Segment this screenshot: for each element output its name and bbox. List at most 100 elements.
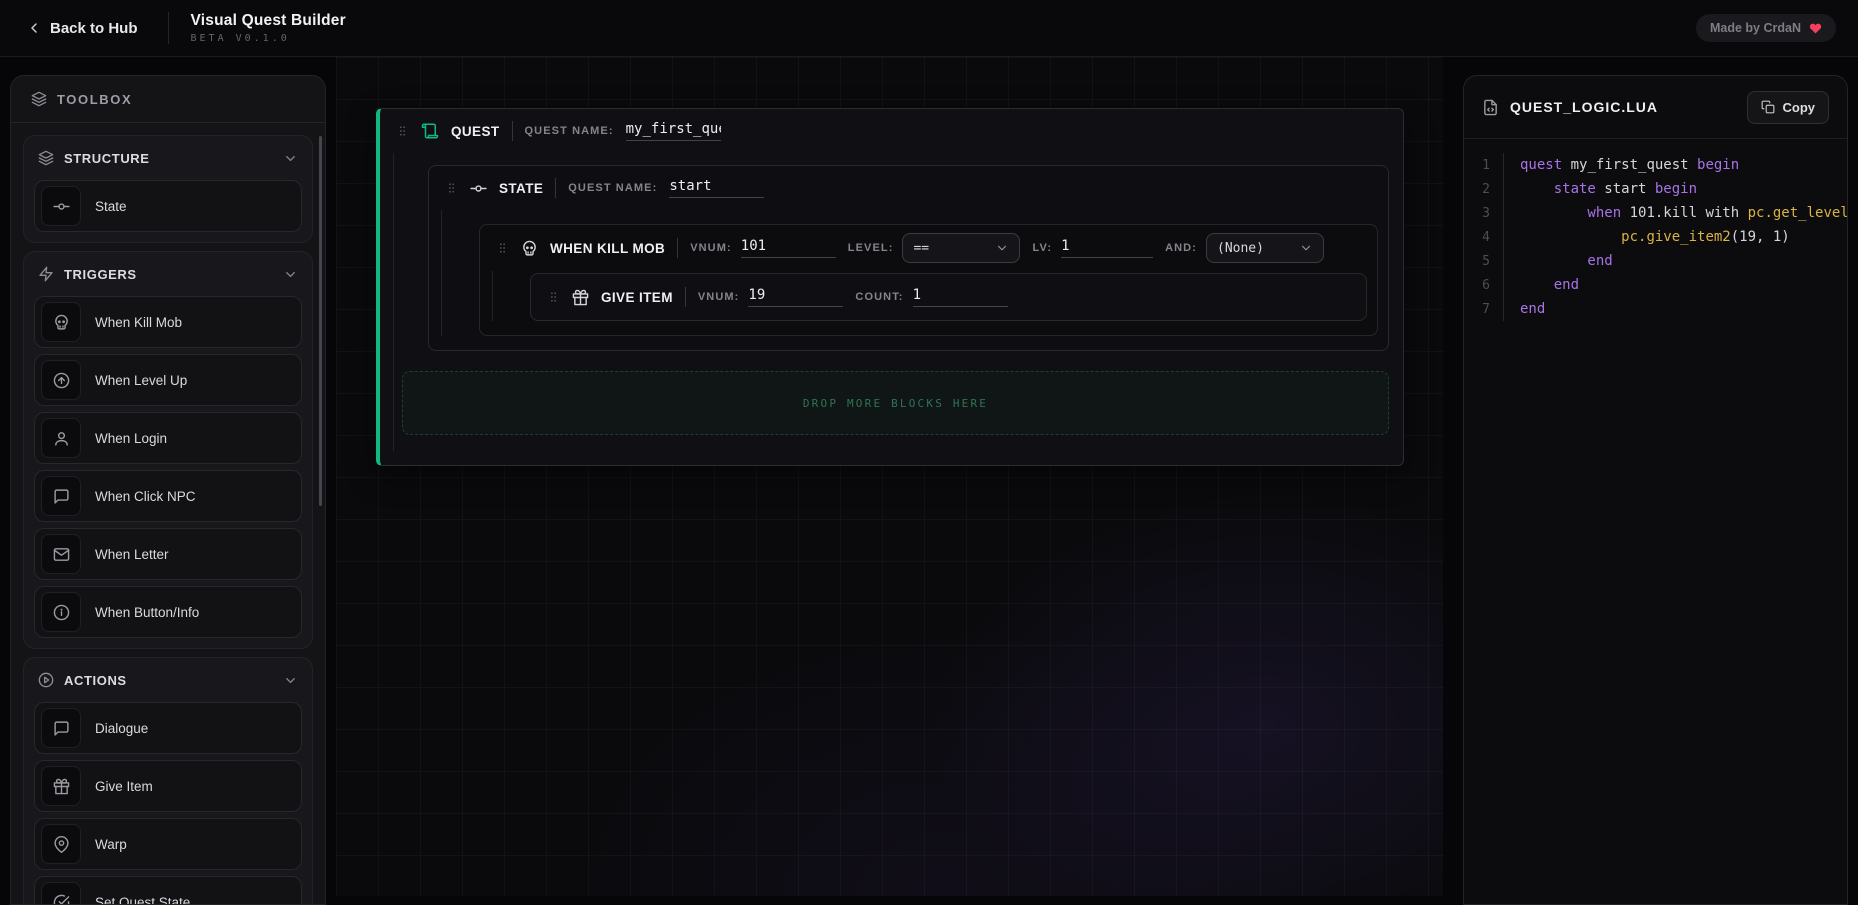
back-label: Back to Hub — [50, 20, 138, 37]
chevron-down-icon — [283, 673, 298, 688]
quest-canvas[interactable]: QUEST QUEST NAME: STATE QUEST NAME: — [336, 57, 1443, 896]
drag-handle-icon[interactable] — [445, 180, 458, 196]
code-panel: QUEST_LOGIC.LUA Copy 1 quest my_first_qu… — [1463, 75, 1848, 905]
toolbox-item-label: When Level Up — [95, 373, 187, 388]
copy-button[interactable]: Copy — [1747, 91, 1830, 124]
toolbox-item-set-quest-state[interactable]: Set Quest State — [34, 876, 302, 905]
map-pin-icon — [41, 824, 81, 864]
toolbox-item-label: Set Quest State — [95, 895, 190, 905]
toolbox-item-when-click-npc[interactable]: When Click NPC — [34, 470, 302, 522]
vnum-label: VNUM: — [690, 242, 732, 254]
indent-guide — [441, 210, 442, 336]
level-value-input[interactable] — [1061, 238, 1153, 258]
scroll-icon — [421, 122, 439, 140]
play-circle-icon — [38, 672, 54, 688]
toolbox-item-label: Warp — [95, 837, 127, 852]
section-actions: ACTIONS Dialogue Give Item Warp — [23, 657, 313, 905]
toolbox-item-label: State — [95, 199, 127, 214]
code-line: 3 when 101.kill with pc.get_level — [1464, 201, 1847, 225]
and-condition-value: (None) — [1217, 241, 1264, 256]
page-title: Visual Quest Builder — [191, 12, 346, 30]
info-icon — [41, 592, 81, 632]
section-actions-header[interactable]: ACTIONS — [24, 658, 312, 702]
quest-block-header: QUEST QUEST NAME: — [380, 109, 1403, 153]
indent-guide — [393, 153, 394, 451]
copy-icon — [1761, 100, 1775, 114]
toolbox-item-state[interactable]: State — [34, 180, 302, 232]
and-condition-select[interactable]: (None) — [1206, 233, 1324, 263]
chevron-down-icon — [283, 151, 298, 166]
line-number: 7 — [1464, 297, 1504, 321]
state-block: STATE QUEST NAME: WHEN KILL MOB — [428, 165, 1389, 351]
section-triggers-header[interactable]: TRIGGERS — [24, 252, 312, 296]
state-name-input[interactable] — [669, 178, 764, 198]
toolbox-item-label: When Letter — [95, 547, 169, 562]
code-line: 5 end — [1464, 249, 1847, 273]
toolbox-item-when-button-info[interactable]: When Button/Info — [34, 586, 302, 638]
when-kill-mob-header: WHEN KILL MOB VNUM: LEVEL: == — [480, 225, 1377, 271]
give-item-title: GIVE ITEM — [601, 290, 673, 305]
toolbox-item-warp[interactable]: Warp — [34, 818, 302, 870]
when-kill-mob-block: WHEN KILL MOB VNUM: LEVEL: == — [479, 224, 1378, 336]
chevron-left-icon — [26, 20, 42, 36]
toolbox-item-label: Give Item — [95, 779, 153, 794]
divider — [555, 178, 556, 198]
drag-handle-icon[interactable] — [547, 289, 560, 305]
drag-handle-icon[interactable] — [396, 123, 409, 139]
header-divider — [168, 12, 169, 44]
layers-icon — [38, 150, 54, 166]
heart-icon — [1809, 22, 1822, 35]
version-label: BETA V0.1.0 — [191, 33, 346, 44]
chevron-down-icon — [283, 267, 298, 282]
item-count-label: COUNT: — [855, 291, 903, 303]
toolbox-title: TOOLBOX — [57, 92, 132, 107]
quest-name-input[interactable] — [626, 121, 721, 141]
item-vnum-label: VNUM: — [698, 291, 740, 303]
and-label: AND: — [1165, 242, 1197, 254]
toolbox-scrollbar[interactable] — [319, 136, 322, 506]
state-block-title: STATE — [499, 181, 543, 196]
item-vnum-input[interactable] — [748, 287, 843, 307]
level-operator-select[interactable]: == — [902, 233, 1020, 263]
quest-name-label: QUEST NAME: — [525, 125, 614, 137]
state-name-label: QUEST NAME: — [568, 182, 657, 194]
item-count-input[interactable] — [913, 287, 1008, 307]
file-code-icon — [1482, 99, 1499, 116]
toolbox-item-when-letter[interactable]: When Letter — [34, 528, 302, 580]
when-kill-mob-title: WHEN KILL MOB — [550, 241, 665, 256]
toolbox-item-give-item[interactable]: Give Item — [34, 760, 302, 812]
quest-block: QUEST QUEST NAME: STATE QUEST NAME: — [376, 108, 1404, 466]
skull-icon — [521, 240, 538, 257]
chevron-down-icon — [1299, 241, 1313, 255]
message-square-icon — [41, 476, 81, 516]
give-item-header: GIVE ITEM VNUM: COUNT: — [531, 274, 1366, 320]
layers-icon — [31, 91, 47, 107]
toolbox-item-label: When Kill Mob — [95, 315, 182, 330]
section-structure-header[interactable]: STRUCTURE — [24, 136, 312, 180]
section-label: TRIGGERS — [64, 267, 137, 282]
drag-handle-icon[interactable] — [496, 240, 509, 256]
check-circle-icon — [41, 882, 81, 905]
copy-label: Copy — [1783, 100, 1816, 115]
made-by-badge: Made by CrdaN — [1696, 14, 1836, 42]
made-by-label: Made by CrdaN — [1710, 21, 1801, 35]
level-label: LEVEL: — [848, 242, 894, 254]
divider — [677, 238, 678, 258]
quest-block-title: QUEST — [451, 124, 500, 139]
back-to-hub-button[interactable]: Back to Hub — [26, 20, 138, 37]
toolbox-item-label: When Button/Info — [95, 605, 199, 620]
code-line: 4 pc.give_item2(19, 1) — [1464, 225, 1847, 249]
lv-label: LV: — [1032, 242, 1052, 254]
toolbox-item-dialogue[interactable]: Dialogue — [34, 702, 302, 754]
toolbox-item-when-kill-mob[interactable]: When Kill Mob — [34, 296, 302, 348]
toolbox-item-when-level-up[interactable]: When Level Up — [34, 354, 302, 406]
git-commit-icon — [470, 180, 487, 197]
code-panel-header: QUEST_LOGIC.LUA Copy — [1464, 76, 1847, 139]
toolbox-item-when-login[interactable]: When Login — [34, 412, 302, 464]
code-line: 7 end — [1464, 297, 1847, 321]
mail-icon — [41, 534, 81, 574]
drop-zone[interactable]: DROP MORE BLOCKS HERE — [402, 371, 1389, 435]
mob-vnum-input[interactable] — [741, 238, 836, 258]
user-icon — [41, 418, 81, 458]
state-block-header: STATE QUEST NAME: — [429, 166, 1388, 210]
